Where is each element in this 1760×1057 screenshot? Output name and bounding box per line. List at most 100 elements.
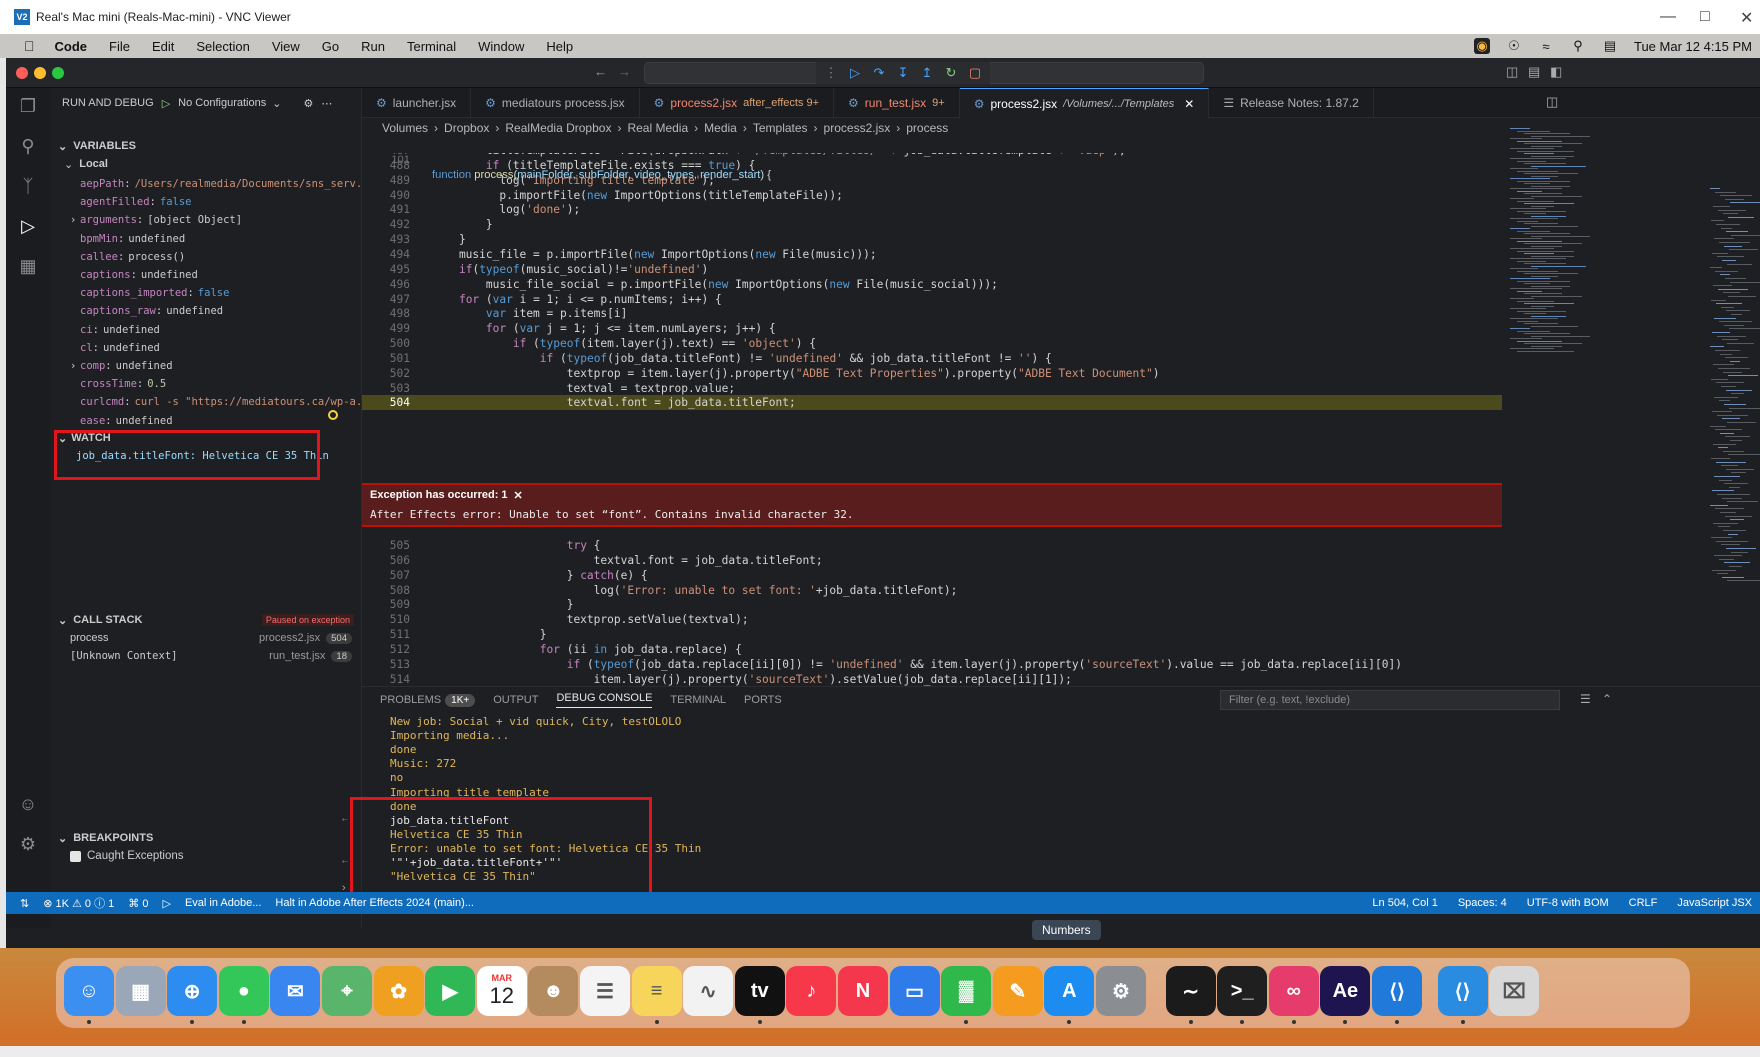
- close-icon[interactable]: ✕: [1740, 8, 1753, 28]
- line-number[interactable]: 512: [362, 642, 410, 657]
- line-number[interactable]: 514: [362, 672, 410, 686]
- breadcrumb-item[interactable]: Real Media: [627, 121, 688, 135]
- local-scope[interactable]: ⌄ Local: [50, 154, 362, 174]
- ports-status[interactable]: ⌘ 0: [128, 897, 148, 910]
- code-line[interactable]: 496 music_file_social = p.importFile(new…: [362, 277, 1502, 292]
- line-number[interactable]: 507: [362, 568, 410, 583]
- caught-exceptions-checkbox[interactable]: [70, 850, 81, 862]
- panel-tab-ports[interactable]: PORTS: [744, 694, 782, 706]
- breadcrumb-item[interactable]: Media: [704, 121, 737, 135]
- variable-row[interactable]: crossTime:0.5: [50, 374, 362, 394]
- menu-file[interactable]: File: [109, 39, 130, 54]
- panel-tab-debug-console[interactable]: DEBUG CONSOLE: [556, 692, 653, 708]
- drag-handle-icon[interactable]: ⋮: [824, 65, 838, 81]
- search-icon[interactable]: ⚲: [1570, 38, 1586, 54]
- dock-safari-icon[interactable]: ⊕: [167, 966, 218, 1016]
- variables-section-header[interactable]: ⌄ VARIABLES: [50, 136, 362, 156]
- menu-window[interactable]: Window: [478, 39, 524, 54]
- dock-freeform-icon[interactable]: ∿: [683, 966, 734, 1016]
- code-line[interactable]: 497 for (var i = 1; i <= p.numItems; i++…: [362, 292, 1502, 307]
- back-arrow-icon[interactable]: ←: [594, 64, 607, 79]
- code-line[interactable]: 493 }: [362, 232, 1502, 247]
- dock-terminal-icon[interactable]: >_: [1217, 966, 1268, 1016]
- dock-activity-monitor-icon[interactable]: ∼: [1165, 966, 1216, 1016]
- menu-run[interactable]: Run: [361, 39, 385, 54]
- code-line[interactable]: 513 if (typeof(job_data.replace[ii][0]) …: [362, 657, 1502, 672]
- language-mode[interactable]: JavaScript JSX: [1677, 897, 1752, 909]
- line-number[interactable]: 497: [362, 292, 410, 307]
- breadcrumb-item[interactable]: process: [906, 121, 948, 135]
- dock-contacts-icon[interactable]: ☻: [528, 966, 579, 1016]
- breadcrumb-item[interactable]: process2.jsx: [824, 121, 891, 135]
- line-number[interactable]: 496: [362, 277, 410, 292]
- variable-row[interactable]: ci: undefined: [50, 320, 362, 340]
- code-line[interactable]: 510 textprop.setValue(textval);: [362, 612, 1502, 627]
- encoding[interactable]: UTF-8 with BOM: [1527, 897, 1609, 909]
- maximize-icon[interactable]: □: [1700, 8, 1710, 26]
- variable-row[interactable]: › comp: undefined: [50, 356, 362, 376]
- wifi-off-icon[interactable]: ≈: [1538, 38, 1554, 54]
- dock-settings-icon[interactable]: ⚙: [1096, 966, 1146, 1016]
- debug-console-filter[interactable]: Filter (e.g. text, !exclude): [1220, 690, 1560, 710]
- dock-photos-icon[interactable]: ✿: [373, 966, 424, 1016]
- code-line[interactable]: 506 textval.font = job_data.titleFont;: [362, 553, 1502, 568]
- window-minimize-button[interactable]: [34, 67, 46, 79]
- step-into-icon[interactable]: ↧: [896, 65, 910, 81]
- search-icon[interactable]: ⚲: [16, 136, 40, 160]
- editor-tab[interactable]: ⚙ process2.jsx after_effects 9+: [640, 88, 835, 118]
- run-debug-icon[interactable]: ▷: [16, 216, 40, 240]
- dock-messages-icon[interactable]: ●: [218, 966, 269, 1016]
- menu-go[interactable]: Go: [322, 39, 339, 54]
- variable-row[interactable]: callee: process(): [50, 247, 362, 267]
- eval-target[interactable]: Eval in Adobe...: [185, 897, 261, 909]
- line-number[interactable]: 499: [362, 321, 410, 336]
- dock-numbers-icon[interactable]: ▓: [941, 966, 992, 1016]
- forward-arrow-icon[interactable]: →: [618, 64, 631, 79]
- code-line[interactable]: 490 p.importFile(new ImportOptions(title…: [362, 188, 1502, 203]
- chevron-up-icon[interactable]: ⌃: [1602, 692, 1612, 706]
- editor-tab[interactable]: ⚙ process2.jsx/Volumes/.../Templates ✕: [959, 88, 1210, 118]
- split-editor-icon[interactable]: ◫: [1546, 94, 1558, 110]
- code-line[interactable]: 492 }: [362, 217, 1502, 232]
- editor-tab[interactable]: ☰ Release Notes: 1.87.2: [1209, 88, 1374, 118]
- editor-tab[interactable]: ⚙ run_test.jsx 9+: [834, 88, 960, 118]
- code-line[interactable]: 501 if (typeof(job_data.titleFont) != 'u…: [362, 351, 1502, 366]
- code-line[interactable]: 495 if(typeof(music_social)!='undefined'…: [362, 262, 1502, 277]
- line-number[interactable]: 498: [362, 306, 410, 321]
- code-line[interactable]: 509 }: [362, 597, 1502, 612]
- stack-frame[interactable]: process process2.jsx 504: [50, 628, 362, 648]
- variable-row[interactable]: cl: undefined: [50, 338, 362, 358]
- line-number[interactable]: 510: [362, 612, 410, 627]
- line-number[interactable]: 502: [362, 366, 410, 381]
- breadcrumb-item[interactable]: Volumes: [382, 121, 428, 135]
- breakpoints-section-header[interactable]: ⌄ BREAKPOINTS: [50, 828, 362, 848]
- line-number[interactable]: 503: [362, 381, 410, 396]
- eye-icon[interactable]: ☉: [1506, 38, 1522, 54]
- gear-icon[interactable]: ⚙: [303, 97, 313, 110]
- line-number[interactable]: 492: [362, 217, 410, 232]
- dock-appstore-icon[interactable]: A: [1044, 966, 1095, 1016]
- dock-keynote-icon[interactable]: ▭: [889, 966, 940, 1016]
- variable-row[interactable]: captions_raw: undefined: [50, 301, 362, 321]
- dock-news-icon[interactable]: N: [838, 966, 888, 1016]
- code-line[interactable]: 500 if (typeof(item.layer(j).text) == 'o…: [362, 336, 1502, 351]
- problems-status[interactable]: ⊗ 1K ⚠ 0 ⓘ 1: [43, 895, 114, 911]
- source-control-icon[interactable]: ᛉ: [16, 176, 40, 200]
- code-line[interactable]: 503 textval = textprop.value;: [362, 381, 1502, 396]
- dock-tv-icon[interactable]: tv: [734, 966, 785, 1016]
- menubar-datetime[interactable]: Tue Mar 12 4:15 PM: [1634, 39, 1752, 54]
- menu-view[interactable]: View: [272, 39, 300, 54]
- line-number[interactable]: 509: [362, 597, 410, 612]
- dock-after-effects-icon[interactable]: Ae: [1320, 966, 1371, 1016]
- chevron-right-icon[interactable]: ›: [70, 360, 76, 372]
- code-line[interactable]: 494 music_file = p.importFile(new Import…: [362, 247, 1502, 262]
- line-ending[interactable]: CRLF: [1629, 897, 1658, 909]
- extensions-icon[interactable]: ▦: [16, 256, 40, 280]
- code-line[interactable]: 499 for (var j = 1; j <= item.numLayers;…: [362, 321, 1502, 336]
- cursor-position[interactable]: Ln 504, Col 1: [1372, 897, 1437, 909]
- dock-finder-icon[interactable]: ☺: [64, 966, 114, 1016]
- control-center-icon[interactable]: ▤: [1602, 38, 1618, 54]
- apple-icon[interactable]: : [24, 38, 35, 54]
- account-icon[interactable]: ☺: [16, 794, 40, 818]
- code-line[interactable]: 507 } catch(e) {: [362, 568, 1502, 583]
